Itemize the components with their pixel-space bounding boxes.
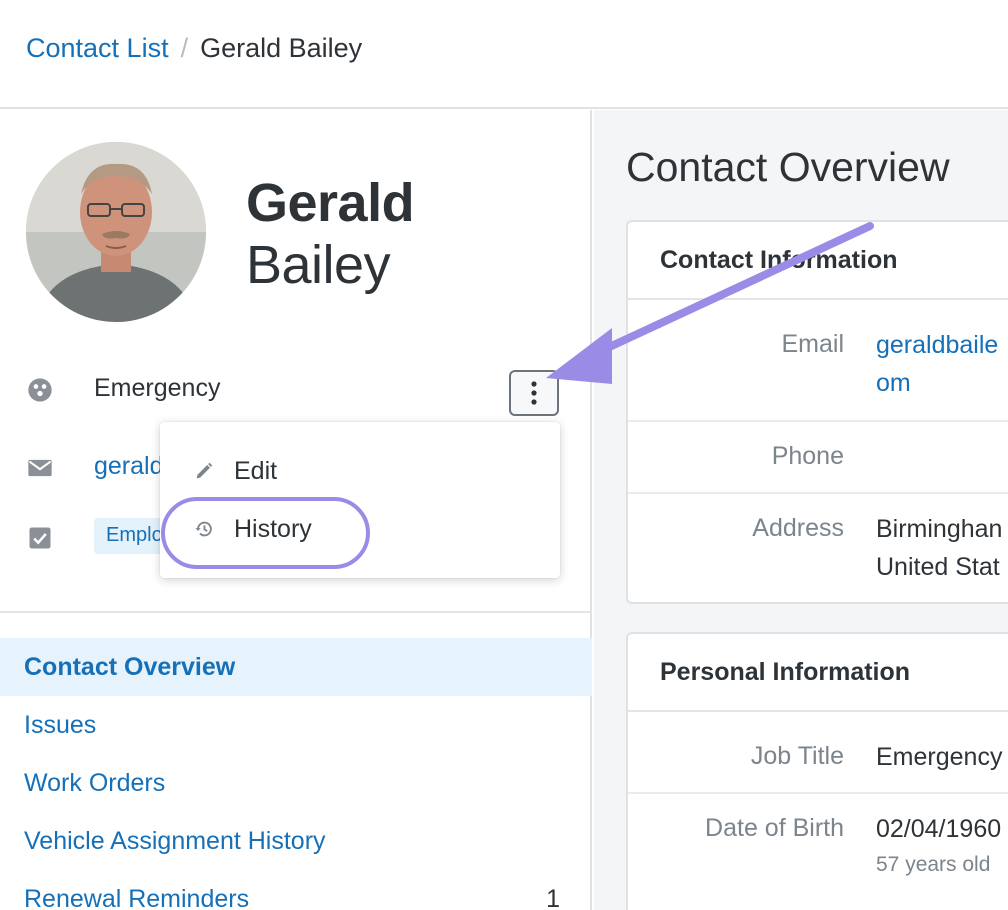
contact-information-card: Contact Information Email geraldbaile om…	[626, 220, 1008, 604]
phone-field: Phone	[628, 422, 1008, 494]
email-field: Email geraldbaile om	[628, 300, 1008, 422]
job-title-field: Job Title Emergency	[628, 712, 1008, 794]
history-icon	[195, 521, 212, 537]
email-label: Email	[781, 330, 844, 358]
contact-overview-panel: Contact Overview Contact Information Ema…	[594, 110, 1008, 910]
contact-email-link[interactable]: gerald	[94, 452, 164, 481]
address-field: Address Birminghan United Stat	[628, 494, 1008, 602]
date-of-birth-label: Date of Birth	[705, 814, 844, 842]
group-icon	[28, 378, 52, 402]
nav-item-vehicle-assignment-history[interactable]: Vehicle Assignment History	[0, 812, 592, 870]
phone-label: Phone	[771, 442, 844, 470]
email-value[interactable]: geraldbaile om	[876, 326, 998, 402]
nav-item-contact-overview[interactable]: Contact Overview	[0, 638, 592, 696]
vertical-ellipsis-icon	[531, 381, 537, 405]
checkbox-icon	[29, 527, 51, 549]
date-of-birth-field: Date of Birth 02/04/1960 57 years old	[628, 794, 1008, 910]
contact-group: Emergency	[94, 374, 221, 402]
address-label: Address	[752, 514, 844, 542]
page-header: Contact List / Gerald Bailey	[0, 0, 1008, 109]
address-value: Birminghan United Stat	[876, 510, 1002, 586]
sidebar-divider	[0, 611, 592, 613]
nav-item-renewal-reminders[interactable]: Renewal Reminders 1	[0, 870, 592, 910]
contact-group-row: Emergency	[0, 370, 592, 410]
page-title: Contact Overview	[626, 144, 950, 190]
pencil-icon	[196, 462, 213, 479]
nav-item-label: Contact Overview	[24, 652, 236, 681]
avatar	[26, 142, 206, 322]
email-icon	[28, 459, 52, 477]
date-of-birth-text: 02/04/1960	[876, 815, 1002, 843]
contact-nav: Contact Overview Issues Work Orders Vehi…	[0, 638, 592, 910]
more-actions-button[interactable]	[509, 370, 559, 416]
job-title-label: Job Title	[750, 742, 844, 770]
nav-item-issues[interactable]: Issues	[0, 696, 592, 754]
menu-item-history[interactable]: History	[160, 500, 560, 558]
contact-first-name: Gerald	[246, 173, 415, 233]
renewal-reminders-count: 1	[546, 884, 560, 910]
address-line1: Birminghan	[876, 515, 1003, 543]
nav-item-label: Vehicle Assignment History	[24, 826, 326, 855]
address-line2: United Stat	[876, 553, 1000, 581]
menu-item-edit-label: Edit	[234, 456, 278, 485]
breadcrumb-contact-list-link[interactable]: Contact List	[26, 33, 169, 64]
nav-item-work-orders[interactable]: Work Orders	[0, 754, 592, 812]
breadcrumb-separator: /	[180, 33, 189, 63]
date-of-birth-value: 02/04/1960 57 years old	[876, 810, 1001, 882]
nav-item-label: Renewal Reminders	[24, 884, 250, 910]
menu-item-edit[interactable]: Edit	[160, 442, 560, 500]
more-actions-menu: Edit History	[160, 422, 560, 578]
menu-item-history-label: History	[234, 514, 312, 543]
personal-information-card: Personal Information Job Title Emergency…	[626, 632, 1008, 910]
nav-item-label: Issues	[24, 710, 97, 739]
email-value-line1: geraldbaile	[876, 331, 999, 359]
job-title-value: Emergency	[876, 743, 1003, 771]
contact-information-heading: Contact Information	[628, 222, 1008, 300]
avatar-photo	[26, 142, 206, 322]
nav-item-label: Work Orders	[24, 768, 166, 797]
breadcrumb: Contact List / Gerald Bailey	[26, 33, 362, 64]
contact-last-name: Bailey	[246, 235, 391, 295]
breadcrumb-current: Gerald Bailey	[200, 33, 363, 63]
age-note: 57 years old	[876, 853, 991, 876]
email-value-line2: om	[876, 369, 911, 397]
personal-information-heading: Personal Information	[628, 634, 1008, 712]
